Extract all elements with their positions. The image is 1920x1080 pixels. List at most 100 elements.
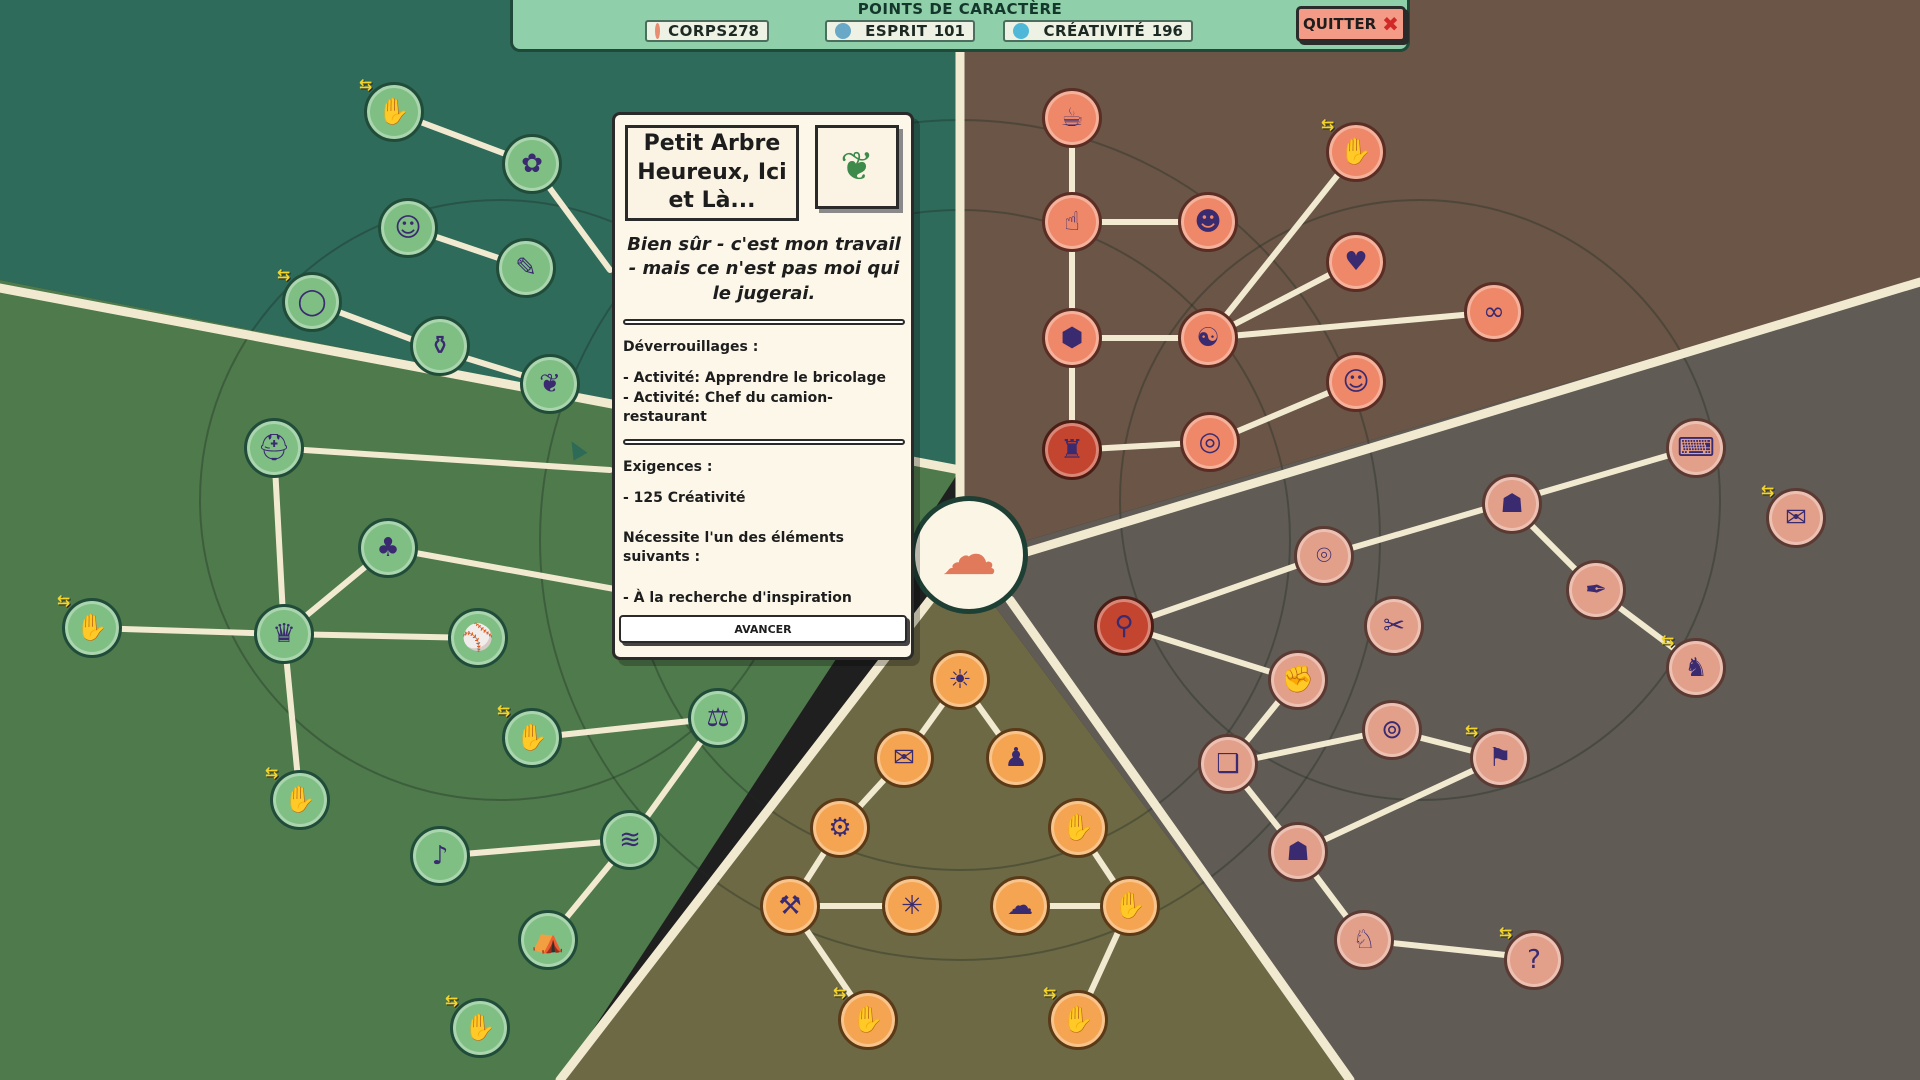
- skill-node-chess-piece[interactable]: ♟: [986, 728, 1046, 788]
- skill-node-fist[interactable]: ✊: [1268, 650, 1328, 710]
- swap-arrows-icon: ⇆: [1499, 923, 1513, 942]
- palette-icon: ✎: [515, 253, 537, 283]
- skill-node-dog[interactable]: ☻: [1178, 192, 1238, 252]
- creativity-icon: [1013, 23, 1029, 39]
- skill-node-baseball-glove[interactable]: ⚾: [448, 608, 508, 668]
- skill-node-d20[interactable]: ⬢: [1042, 308, 1102, 368]
- skill-node-masks-2[interactable]: ☺: [1326, 352, 1386, 412]
- stat-body-value: 278: [727, 22, 759, 40]
- skill-node-scroll[interactable]: ✂: [1364, 596, 1424, 656]
- skill-node-brain[interactable]: ☁: [990, 876, 1050, 936]
- stat-creativity: CRÉATIVITÉ 196: [1003, 20, 1193, 42]
- swap-arrows-icon: ⇆: [497, 701, 511, 720]
- skill-node-spider[interactable]: ✳: [882, 876, 942, 936]
- skill-node-masks[interactable]: ☺: [378, 198, 438, 258]
- skill-node-pottery[interactable]: ⚱: [410, 316, 470, 376]
- swap-arrows-icon: ⇆: [1661, 631, 1675, 650]
- skill-node-tent[interactable]: ⛺: [518, 910, 578, 970]
- skill-node-people[interactable]: ☗: [1268, 822, 1328, 882]
- skill-node-quill[interactable]: ✒: [1566, 560, 1626, 620]
- skill-node-hand-card-6[interactable]: ⇆ ✋: [1321, 115, 1386, 182]
- needs-one-of: Nécessite l'un des éléments suivants :: [623, 530, 845, 565]
- option-item: - À la recherche d'inspiration: [623, 590, 852, 606]
- friends-icon: ☗: [1500, 489, 1524, 519]
- skill-node-gamepad[interactable]: ◎: [1180, 412, 1240, 472]
- requirement-item: - 125 Créativité: [623, 490, 746, 506]
- skill-node-jersey[interactable]: ♣: [358, 518, 418, 578]
- skill-node-notebook[interactable]: ❑: [1198, 734, 1258, 794]
- skill-node-microphone[interactable]: ⚲: [1094, 596, 1154, 656]
- swap-arrows-icon: ⇆: [1043, 983, 1057, 1002]
- masks-icon: ☺: [1342, 367, 1370, 397]
- skill-node-wrench[interactable]: ⚒: [760, 876, 820, 936]
- skill-node-robot[interactable]: ⚙: [810, 798, 870, 858]
- skill-node-hand-card[interactable]: ⇆ ✋: [359, 75, 424, 142]
- skill-node-tape[interactable]: ⊚: [1362, 700, 1422, 760]
- chess-piece-icon: ♟: [1004, 743, 1028, 773]
- skill-node-whistle[interactable]: ♪: [410, 826, 470, 886]
- brain-icon: ☁: [1007, 891, 1033, 921]
- skill-node-lamp[interactable]: ☕: [1042, 88, 1102, 148]
- swap-arrows-icon: ⇆: [1761, 481, 1775, 500]
- stat-body: CORPS 278: [645, 20, 769, 42]
- skill-node-hand-card-4[interactable]: ⇆ ✋: [265, 763, 330, 830]
- fox-icon: ♘: [1352, 925, 1376, 955]
- skill-node-couple[interactable]: ☯: [1178, 308, 1238, 368]
- skill-node-weights[interactable]: ⚖: [688, 688, 748, 748]
- skill-node-hand-card-8[interactable]: ⇆ ✋: [1043, 983, 1108, 1050]
- helmet-icon: ⛑: [257, 433, 291, 463]
- skill-node-helmet[interactable]: ⛑: [244, 418, 304, 478]
- skill-node-trophy[interactable]: ♛: [254, 604, 314, 664]
- scroll-icon: ✂: [1383, 611, 1405, 641]
- skill-node-hand-card-7[interactable]: ⇆ ✋: [833, 983, 898, 1050]
- wave-icon: ≋: [619, 825, 641, 855]
- sunglasses-icon: ∞: [1483, 297, 1505, 327]
- hand-card-icon: ✋: [851, 1005, 885, 1035]
- skill-node-group[interactable]: ♜: [1042, 420, 1102, 480]
- skill-node-paint-palette[interactable]: ✎: [496, 238, 556, 298]
- microphone-icon: ⚲: [1114, 611, 1134, 641]
- quill-icon: ✒: [1585, 575, 1607, 605]
- quit-button[interactable]: QUITTER ✖: [1296, 6, 1406, 42]
- skill-node-flower[interactable]: ✿: [502, 134, 562, 194]
- paintbrush-leaf-icon: ❦: [539, 369, 561, 399]
- skill-node-hand-card-3[interactable]: ⇆ ✋: [497, 701, 562, 768]
- trophy-icon: ♛: [272, 619, 296, 649]
- dumbbell-icon: ⚖: [706, 703, 730, 733]
- skill-node-hand-card-5[interactable]: ⇆ ✋: [445, 991, 510, 1058]
- divider: [623, 439, 905, 445]
- skill-node-paintbrush-leaf[interactable]: ❦: [520, 354, 580, 414]
- skill-node-glove-2[interactable]: ✋: [1100, 876, 1160, 936]
- skill-node-wave[interactable]: ≋: [600, 810, 660, 870]
- skill-node-hand-card-2[interactable]: ⇆ ✋: [57, 591, 122, 658]
- speech-bubble-icon: ?: [1527, 945, 1541, 975]
- swap-arrows-icon: ⇆: [359, 75, 373, 94]
- skill-node-speech-bubble[interactable]: ⇆?: [1499, 923, 1564, 990]
- skill-node-bracelet[interactable]: ⇆ ◯: [277, 265, 342, 332]
- stat-mind-value: 101: [933, 22, 965, 40]
- skill-node-heart[interactable]: ♥: [1326, 232, 1386, 292]
- skill-node-camera[interactable]: ⌾: [1294, 526, 1354, 586]
- swap-arrows-icon: ⇆: [1465, 721, 1479, 740]
- pot-icon: ⚱: [429, 331, 451, 361]
- typewriter-icon: ⌨: [1677, 433, 1715, 463]
- skill-node-lightbulb[interactable]: ☀: [930, 650, 990, 710]
- skill-node-sunglasses[interactable]: ∞: [1464, 282, 1524, 342]
- skill-node-friends[interactable]: ☗: [1482, 474, 1542, 534]
- skill-tree-screen: POINTS DE CARACTÈRE CORPS 278 ESPRIT 101…: [0, 0, 1920, 1080]
- skill-node-podium[interactable]: ⇆ ♞: [1661, 631, 1726, 698]
- skill-node-handshake[interactable]: ☝: [1042, 192, 1102, 252]
- skill-node-open-book[interactable]: ✉: [874, 728, 934, 788]
- swap-arrows-icon: ⇆: [833, 983, 847, 1002]
- swap-arrows-icon: ⇆: [57, 591, 71, 610]
- fist-icon: ✊: [1281, 665, 1315, 695]
- skill-node-glove[interactable]: ✋: [1048, 798, 1108, 858]
- notebook-icon: ❑: [1216, 749, 1240, 779]
- skill-node-fox[interactable]: ♘: [1334, 910, 1394, 970]
- people-icon: ☗: [1286, 837, 1310, 867]
- skill-node-typewriter[interactable]: ⌨: [1666, 418, 1726, 478]
- skill-node-book[interactable]: ⇆ ✉: [1761, 481, 1826, 548]
- outfit-icon: ⚑: [1488, 743, 1512, 773]
- skill-node-outfit[interactable]: ⇆ ⚑: [1465, 721, 1530, 788]
- advance-button[interactable]: AVANCER: [619, 615, 907, 643]
